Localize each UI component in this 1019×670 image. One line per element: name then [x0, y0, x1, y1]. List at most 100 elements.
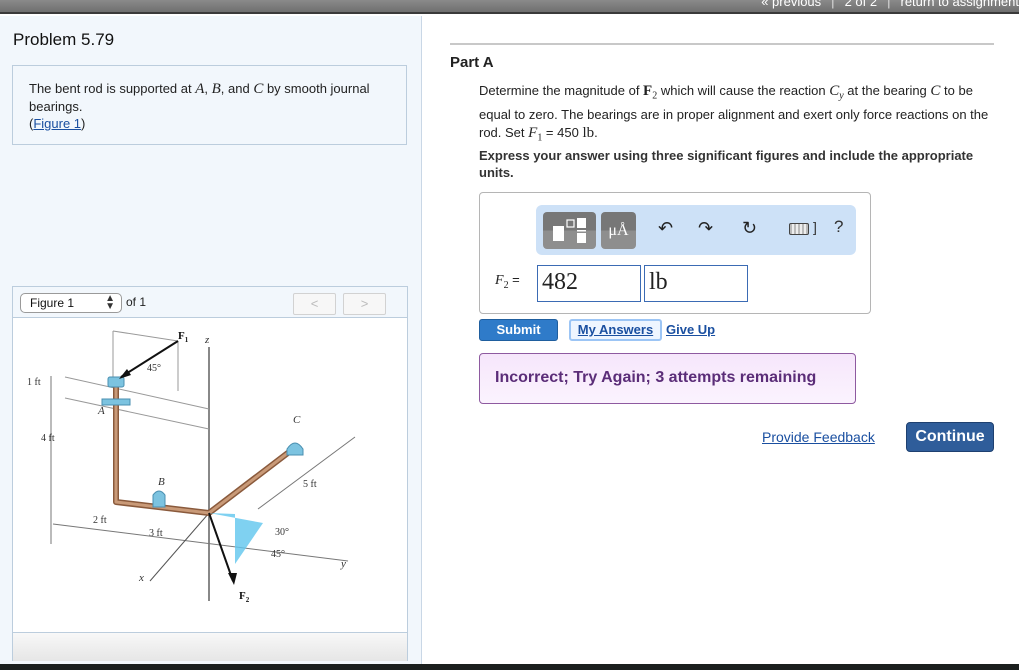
dim-3ft: 3 ft: [149, 528, 163, 539]
next-figure-button[interactable]: >: [343, 293, 386, 315]
figure-toolbar: Figure 1 ▲ ▼ of 1 < >: [13, 287, 407, 318]
answer-value-input[interactable]: 482: [537, 265, 641, 302]
y-label: y: [340, 558, 346, 570]
x-label: x: [138, 572, 144, 584]
chevron-left-icon: <: [310, 296, 319, 311]
divider: [450, 43, 994, 45]
give-up-label: Give Up: [666, 322, 716, 337]
equals: =: [508, 272, 520, 287]
keyboard-icon[interactable]: [789, 223, 809, 235]
q-text: which will cause the reaction: [657, 83, 830, 98]
angle-30: 30°: [275, 527, 289, 538]
figure-link[interactable]: Figure 1: [33, 116, 81, 131]
rod: [113, 379, 295, 516]
answer-box: μÅ ↶ ↷ ↻ ] ? F2 = 482 lb: [479, 192, 871, 314]
label-b: B: [158, 476, 165, 488]
var-c: C: [930, 83, 941, 99]
top-nav: « previous | 2 of 2 | return to assignme…: [761, 0, 1019, 9]
var-f1: F: [528, 124, 538, 141]
help-icon[interactable]: ?: [834, 217, 843, 237]
paren: ): [81, 116, 86, 131]
my-answers-button[interactable]: My Answers: [569, 319, 662, 341]
previous-link[interactable]: « previous: [761, 0, 821, 9]
figure-panel: Figure 1 ▲ ▼ of 1 < > z 1 ft 4 ft y x A …: [12, 286, 408, 661]
figure-image: z 1 ft 4 ft y x A B C F1 45° F2 30° 45° …: [13, 319, 407, 629]
problem-title: Problem 5.79: [13, 30, 115, 49]
nav-separator: |: [831, 0, 835, 9]
bearing-a-top: [107, 376, 125, 388]
problem-pane: Problem 5.79 The bent rod is supported a…: [0, 16, 422, 664]
answer-unit-input[interactable]: lb: [644, 265, 748, 302]
f2-arrowhead: [228, 573, 237, 585]
answer-variable-label: F2 =: [495, 272, 520, 291]
top-navigation-bar: « previous | 2 of 2 | return to assignme…: [0, 0, 1019, 14]
math-toolbar: μÅ ↶ ↷ ↻ ] ?: [536, 205, 856, 255]
var-f: F: [495, 273, 504, 288]
units-button[interactable]: μÅ: [601, 212, 636, 249]
answer-pane: Part A Determine the magnitude of F2 whi…: [423, 16, 1019, 664]
provide-feedback-link[interactable]: Provide Feedback: [762, 429, 875, 445]
dim-2ft: 2 ft: [93, 515, 107, 526]
question-text: Determine the magnitude of F2 which will…: [479, 82, 999, 147]
give-up-link[interactable]: Give Up: [666, 322, 715, 337]
my-answers-label: My Answers: [577, 322, 654, 337]
label-a: A: [97, 405, 105, 417]
instruction-text: Express your answer using three signific…: [479, 148, 974, 180]
angle-45-bottom: 45°: [271, 549, 285, 560]
label-c: C: [293, 414, 301, 426]
part-title: Part A: [450, 54, 494, 71]
keyboard-bracket: ]: [813, 219, 817, 235]
var-f2: F: [643, 83, 653, 99]
figure-select-value: Figure 1: [30, 296, 75, 310]
continue-button[interactable]: Continue: [906, 422, 994, 452]
var-c: C: [253, 81, 264, 97]
templates-button[interactable]: [543, 212, 596, 249]
description-text: The bent rod is supported at: [29, 81, 196, 96]
plane-line: [64, 376, 210, 410]
problem-description: The bent rod is supported at A, B, and C…: [12, 65, 407, 145]
dim-1ft: 1 ft: [27, 377, 41, 388]
z-label: z: [204, 334, 210, 346]
bearing-a: [101, 398, 131, 406]
description-text: , and: [220, 81, 254, 96]
var-cy: C: [829, 83, 840, 99]
f2-arrow: [208, 512, 234, 582]
f1-guide: [112, 330, 179, 342]
figure-count: of 1: [126, 295, 147, 309]
select-arrows-icon: ▲ ▼: [105, 293, 115, 312]
description-text: ,: [204, 81, 212, 96]
return-to-assignment-link[interactable]: return to assignment: [900, 0, 1019, 9]
y-axis: [52, 523, 349, 562]
page-indicator: 2 of 2: [844, 0, 878, 9]
chevron-right-icon: >: [360, 296, 369, 311]
redo-icon[interactable]: ↷: [698, 218, 713, 239]
submit-button[interactable]: Submit: [479, 319, 558, 341]
rod-highlight: [114, 379, 294, 515]
feedback-message: Incorrect; Try Again; 3 attempts remaini…: [479, 353, 856, 404]
angle-45-top: 45°: [147, 363, 161, 374]
x-axis: [149, 512, 210, 582]
dim-5ft: 5 ft: [303, 479, 317, 490]
q-text: = 450: [542, 124, 583, 140]
prev-figure-button[interactable]: <: [293, 293, 336, 315]
f1-label: F1: [178, 330, 189, 344]
q-text: Determine the magnitude of: [479, 83, 644, 98]
f1-arrowhead: [119, 369, 131, 379]
bent-rod-diagram: z 1 ft 4 ft y x A B C F1 45° F2 30° 45° …: [27, 330, 356, 604]
undo-icon[interactable]: ↶: [658, 218, 673, 239]
figure-select[interactable]: Figure 1 ▲ ▼: [20, 293, 122, 313]
figure-footer: [13, 632, 407, 661]
bearing-b: [152, 490, 166, 508]
nav-separator: |: [887, 0, 891, 9]
reset-icon[interactable]: ↻: [742, 218, 757, 239]
q-text: .: [594, 124, 598, 140]
unit-lb: lb: [582, 124, 595, 141]
dim-line: [257, 436, 356, 510]
bearing-c: [286, 442, 304, 456]
f2-label: F2: [239, 590, 250, 604]
templates-icon: [553, 218, 586, 243]
plane-line: [64, 397, 210, 430]
var-b: B: [211, 81, 221, 97]
q-text: at the bearing: [843, 83, 931, 98]
desktop-strip: [0, 664, 1019, 670]
